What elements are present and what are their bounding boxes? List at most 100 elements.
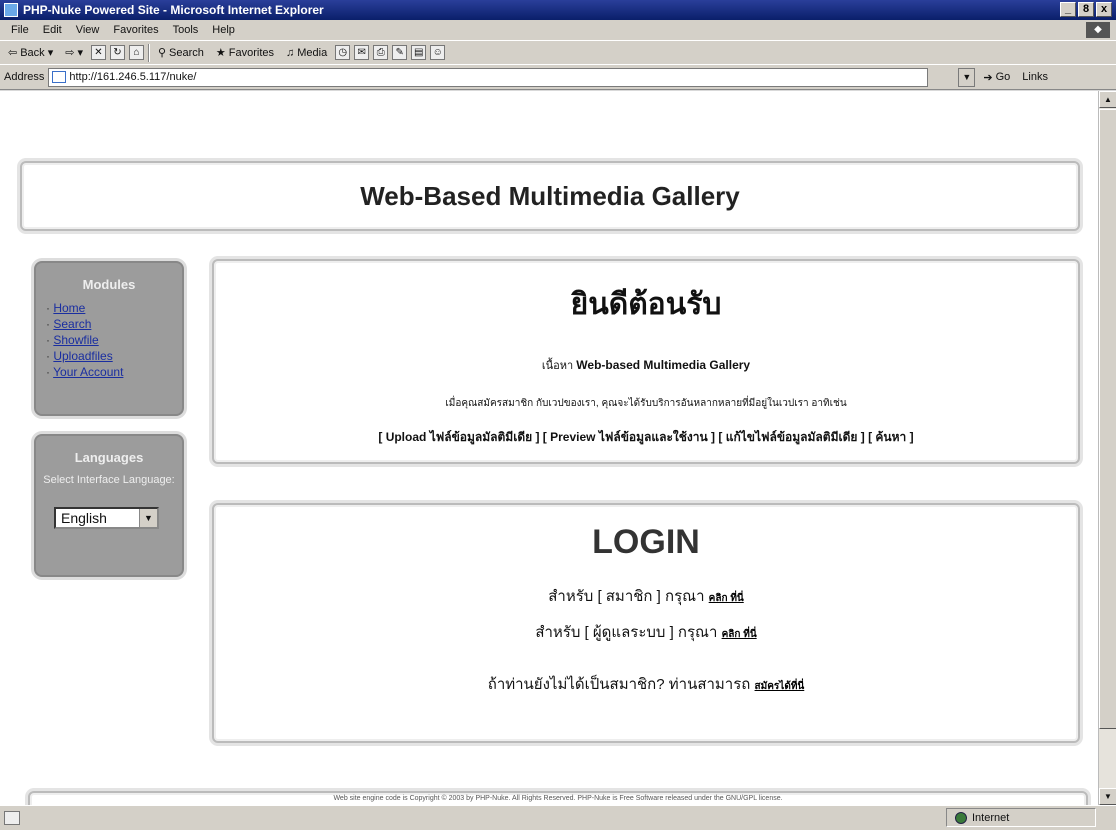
back-button[interactable]: ⇦ Back ▾ (4, 43, 57, 63)
go-button[interactable]: ➔ Go (983, 71, 1010, 84)
list-item: Your Account (46, 364, 182, 380)
address-input[interactable]: http://161.246.5.117/nuke/ (48, 67, 929, 87)
minimize-button[interactable]: _ (1060, 2, 1076, 17)
menu-help[interactable]: Help (205, 24, 242, 36)
history-icon[interactable]: ◷ (335, 45, 351, 60)
home-icon[interactable]: ⌂ (128, 45, 144, 60)
page-status-icon (4, 811, 20, 825)
list-item: Showfile (46, 332, 182, 348)
login-panel: LOGIN สำหรับ [ สมาชิก ] กรุณา คลิก ที่นี… (212, 503, 1080, 743)
list-item: Home (46, 300, 182, 316)
close-button[interactable]: x (1096, 2, 1112, 17)
stop-icon[interactable]: ✕ (90, 45, 106, 60)
module-link-home[interactable]: Home (53, 301, 85, 315)
language-select[interactable]: English ▼ (54, 507, 159, 529)
address-dropdown-icon[interactable]: ▼ (958, 67, 976, 87)
media-button[interactable]: ♫ Media (282, 43, 331, 63)
menu-bar: File Edit View Favorites Tools Help ◆ (0, 20, 1116, 40)
welcome-description: เมื่อคุณสมัครสมาชิก กับเวปของเรา, คุณจะไ… (445, 398, 847, 409)
security-zone: Internet (946, 808, 1096, 827)
member-login-row: สำหรับ [ สมาชิก ] กรุณา คลิก ที่นี่ (214, 584, 1078, 608)
admin-login-link[interactable]: คลิก ที่นี่ (722, 629, 757, 640)
list-item: Search (46, 316, 182, 332)
search-icon: ⚲ (157, 47, 167, 59)
register-link[interactable]: สมัครได้ที่นี่ (755, 681, 805, 692)
scroll-thumb[interactable] (1099, 109, 1116, 729)
register-row: ถ้าท่านยังไม่ได้เป็นสมาชิก? ท่านสามารถ ส… (214, 672, 1078, 696)
print-icon[interactable]: ⎙ (373, 45, 389, 60)
scroll-down-icon[interactable]: ▼ (1099, 788, 1116, 805)
welcome-panel: ยินดีต้อนรับ เนื้อหา Web-based Multimedi… (212, 259, 1080, 464)
modules-block: Modules Home Search Showfile Uploadfiles… (34, 261, 184, 416)
back-arrow-icon: ⇦ (8, 47, 18, 59)
address-url: http://161.246.5.117/nuke/ (69, 71, 197, 83)
list-item: Uploadfiles (46, 348, 182, 364)
welcome-features: [ Upload ไฟล์ข้อมูลมัลติมีเดีย ] [ Previ… (378, 430, 914, 444)
site-footer: Web site engine code is Copyright © 2003… (28, 791, 1088, 805)
window-title: PHP-Nuke Powered Site - Microsoft Intern… (23, 3, 324, 17)
standard-toolbar: ⇦ Back ▾ ⇨ ▾ ✕ ↻ ⌂ ⚲ Search ★ Favorites … (0, 40, 1116, 64)
window-controls: _ 8 x (1060, 2, 1112, 17)
module-link-search[interactable]: Search (53, 317, 91, 331)
menu-tools[interactable]: Tools (166, 24, 206, 36)
admin-login-row: สำหรับ [ ผู้ดูแลระบบ ] กรุณา คลิก ที่นี่ (214, 620, 1078, 644)
menu-favorites[interactable]: Favorites (106, 24, 165, 36)
admin-login-text: สำหรับ [ ผู้ดูแลระบบ ] กรุณา (535, 624, 718, 641)
edit-icon[interactable]: ✎ (392, 45, 408, 60)
links-button[interactable]: Links (1022, 71, 1048, 83)
refresh-icon[interactable]: ↻ (109, 45, 125, 60)
toolbar-separator (147, 43, 150, 62)
welcome-intro-site-name: Web-based Multimedia Gallery (576, 358, 751, 372)
scroll-up-icon[interactable]: ▲ (1099, 91, 1116, 108)
welcome-intro-prefix: เนื้อหา (541, 360, 574, 372)
go-arrow-icon: ➔ (983, 71, 993, 84)
window-title-bar: PHP-Nuke Powered Site - Microsoft Intern… (0, 0, 1116, 20)
welcome-intro: เนื้อหา Web-based Multimedia Gallery (214, 356, 1078, 374)
zone-label: Internet (972, 811, 1010, 824)
site-header: Web-Based Multimedia Gallery (20, 161, 1080, 231)
windows-logo-icon: ◆ (1086, 22, 1110, 38)
footer-copyright: Web site engine code is Copyright © 2003… (333, 795, 783, 802)
address-bar: Address http://161.246.5.117/nuke/ ▼ ➔ G… (0, 64, 1116, 90)
welcome-title: ยินดีต้อนรับ (570, 288, 722, 321)
search-button[interactable]: ⚲ Search (154, 43, 208, 63)
mail-icon[interactable]: ✉ (354, 45, 370, 60)
ie-app-icon (4, 3, 18, 17)
vertical-scrollbar[interactable]: ▲ ▼ (1098, 91, 1116, 805)
chevron-down-icon: ▾ (47, 47, 54, 59)
menu-edit[interactable]: Edit (36, 24, 69, 36)
language-selected-value: English (61, 510, 107, 526)
register-text: ถ้าท่านยังไม่ได้เป็นสมาชิก? ท่านสามารถ (487, 676, 751, 693)
languages-instruction: Select Interface Language: (43, 474, 175, 486)
forward-arrow-icon: ⇨ (65, 47, 75, 59)
languages-block: Languages Select Interface Language: Eng… (34, 434, 184, 577)
modules-title: Modules (82, 277, 136, 292)
media-label: Media (297, 46, 328, 59)
media-icon: ♫ (286, 46, 295, 59)
module-link-showfile[interactable]: Showfile (53, 333, 98, 347)
address-label: Address (4, 71, 45, 83)
chevron-down-icon: ▾ (77, 47, 83, 59)
menu-view[interactable]: View (69, 24, 107, 36)
menu-file[interactable]: File (4, 24, 36, 36)
page-viewport: Web-Based Multimedia Gallery Modules Hom… (0, 91, 1098, 805)
back-label: Back (20, 46, 45, 59)
globe-icon (955, 811, 967, 824)
forward-button[interactable]: ⇨ ▾ (61, 43, 87, 63)
status-bar: Internet (0, 805, 1116, 830)
member-login-link[interactable]: คลิก ที่นี่ (709, 593, 744, 604)
member-login-text: สำหรับ [ สมาชิก ] กรุณา (548, 588, 705, 605)
module-link-uploadfiles[interactable]: Uploadfiles (53, 349, 112, 363)
maximize-button[interactable]: 8 (1078, 2, 1094, 17)
module-link-your-account[interactable]: Your Account (53, 365, 123, 379)
favorites-label: Favorites (228, 46, 275, 59)
messenger-icon[interactable]: ☺ (430, 45, 446, 60)
favorites-button[interactable]: ★ Favorites (212, 43, 278, 63)
modules-list: Home Search Showfile Uploadfiles Your Ac… (36, 300, 182, 380)
star-icon: ★ (215, 47, 226, 59)
page-icon (52, 71, 67, 83)
go-label: Go (995, 71, 1011, 83)
site-title: Web-Based Multimedia Gallery (360, 181, 740, 211)
search-label: Search (169, 46, 204, 59)
discuss-icon[interactable]: ▤ (411, 45, 427, 60)
